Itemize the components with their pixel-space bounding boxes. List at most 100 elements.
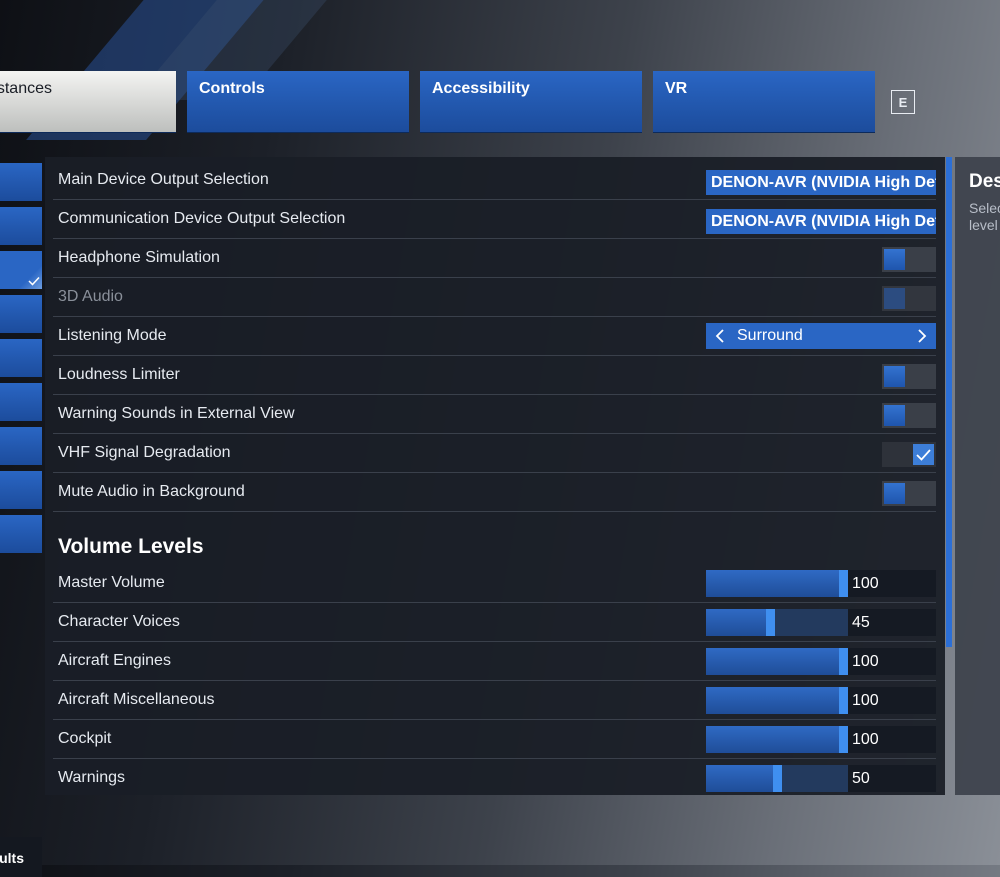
section-title-volume-levels: Volume Levels [58, 535, 204, 558]
listening-mode-selector[interactable]: Surround [706, 323, 936, 349]
setting-row-headphone-simulation: Headphone Simulation [53, 239, 936, 278]
setting-label: Communication Device Output Selection [58, 210, 346, 227]
warning-sounds-external-toggle[interactable] [882, 403, 936, 428]
aircraft-engines-slider[interactable]: 100 [706, 648, 936, 675]
aircraft-misc-slider[interactable]: 100 [706, 687, 936, 714]
category-button-sound[interactable] [0, 251, 42, 289]
volume-row-warnings: Warnings 50 [53, 759, 936, 795]
volume-row-master: Master Volume 100 [53, 564, 936, 603]
setting-label: Loudness Limiter [58, 366, 180, 383]
category-button[interactable] [0, 339, 42, 377]
slider-handle[interactable] [773, 765, 782, 792]
volume-label: Cockpit [58, 730, 112, 747]
setting-row-warning-sounds-external: Warning Sounds in External View [53, 395, 936, 434]
chevron-left-icon[interactable] [713, 328, 727, 344]
tab-label: Assistances [0, 80, 52, 97]
setting-label: Headphone Simulation [58, 249, 220, 266]
volume-label: Master Volume [58, 574, 165, 591]
description-text: Selec level [969, 200, 1000, 234]
toggle-knob [884, 288, 905, 309]
slider-fill [706, 570, 839, 597]
communication-output-dropdown[interactable]: DENON-AVR (NVIDIA High Definition Audio) [706, 209, 936, 234]
slider-handle[interactable] [766, 609, 775, 636]
loudness-limiter-toggle[interactable] [882, 364, 936, 389]
tab-assistances[interactable]: Assistances [0, 71, 176, 133]
setting-row-3d-audio: 3D Audio [53, 278, 936, 317]
3d-audio-toggle [882, 286, 936, 311]
slider-fill [706, 726, 839, 753]
category-button[interactable] [0, 515, 42, 553]
tab-label: Controls [199, 80, 265, 97]
setting-row-loudness-limiter: Loudness Limiter [53, 356, 936, 395]
category-button[interactable] [0, 427, 42, 465]
setting-row-vhf-degradation: VHF Signal Degradation [53, 434, 936, 473]
tab-vr[interactable]: VR [653, 71, 875, 133]
category-button[interactable] [0, 471, 42, 509]
warnings-slider[interactable]: 50 [706, 765, 936, 792]
settings-panel: Main Device Output Selection DENON-AVR (… [45, 157, 945, 795]
volume-label: Warnings [58, 769, 125, 786]
setting-label: VHF Signal Degradation [58, 444, 231, 461]
tab-controls[interactable]: Controls [187, 71, 409, 133]
slider-value: 50 [852, 770, 870, 787]
setting-label: 3D Audio [58, 288, 123, 305]
checkmark-icon [28, 276, 40, 286]
settings-scrollbar[interactable] [946, 157, 952, 647]
main-output-dropdown[interactable]: DENON-AVR (NVIDIA High Definition Audio) [706, 170, 936, 195]
setting-label: Warning Sounds in External View [58, 405, 295, 422]
slider-handle[interactable] [839, 726, 848, 753]
volume-row-aircraft-engines: Aircraft Engines 100 [53, 642, 936, 681]
tab-label: VR [665, 80, 688, 97]
volume-label: Aircraft Miscellaneous [58, 691, 215, 708]
next-tab-key-hint[interactable]: E [891, 90, 915, 114]
toggle-knob [913, 444, 934, 465]
checkmark-icon [916, 449, 931, 461]
listening-mode-value: Surround [737, 327, 803, 344]
chevron-right-icon[interactable] [915, 328, 929, 344]
master-volume-slider[interactable]: 100 [706, 570, 936, 597]
description-line: Selec [969, 200, 1000, 216]
slider-fill [706, 609, 766, 636]
slider-handle[interactable] [839, 570, 848, 597]
slider-value: 100 [852, 731, 879, 748]
category-button[interactable] [0, 207, 42, 245]
volume-label: Aircraft Engines [58, 652, 171, 669]
setting-label: Listening Mode [58, 327, 167, 344]
slider-handle[interactable] [839, 687, 848, 714]
setting-label: Mute Audio in Background [58, 483, 245, 500]
toggle-knob [884, 366, 905, 387]
cockpit-slider[interactable]: 100 [706, 726, 936, 753]
button-label: ults [0, 850, 24, 866]
description-line: level [969, 217, 998, 233]
setting-row-main-output: Main Device Output Selection DENON-AVR (… [53, 161, 936, 200]
toggle-knob [884, 405, 905, 426]
toggle-knob [884, 483, 905, 504]
volume-row-character-voices: Character Voices 45 [53, 603, 936, 642]
volume-row-aircraft-misc: Aircraft Miscellaneous 100 [53, 681, 936, 720]
mute-background-toggle[interactable] [882, 481, 936, 506]
slider-value: 100 [852, 653, 879, 670]
slider-fill [706, 648, 839, 675]
setting-label: Main Device Output Selection [58, 171, 269, 188]
reset-defaults-button[interactable]: ults [0, 837, 42, 877]
category-button[interactable] [0, 163, 42, 201]
setting-row-communication-output: Communication Device Output Selection DE… [53, 200, 936, 239]
slider-fill [706, 687, 839, 714]
volume-row-cockpit: Cockpit 100 [53, 720, 936, 759]
category-button[interactable] [0, 295, 42, 333]
slider-handle[interactable] [839, 648, 848, 675]
setting-row-listening-mode: Listening Mode Surround [53, 317, 936, 356]
headphone-simulation-toggle[interactable] [882, 247, 936, 272]
description-panel: Des Selec level [955, 157, 1000, 795]
tab-accessibility[interactable]: Accessibility [420, 71, 642, 133]
category-button[interactable] [0, 383, 42, 421]
tab-label: Accessibility [432, 80, 530, 97]
toggle-knob [884, 249, 905, 270]
vhf-degradation-toggle[interactable] [882, 442, 936, 467]
character-voices-slider[interactable]: 45 [706, 609, 936, 636]
volume-label: Character Voices [58, 613, 180, 630]
setting-row-mute-background: Mute Audio in Background [53, 473, 936, 512]
slider-fill [706, 765, 773, 792]
description-title: Des [969, 171, 1000, 192]
slider-value: 100 [852, 575, 879, 592]
